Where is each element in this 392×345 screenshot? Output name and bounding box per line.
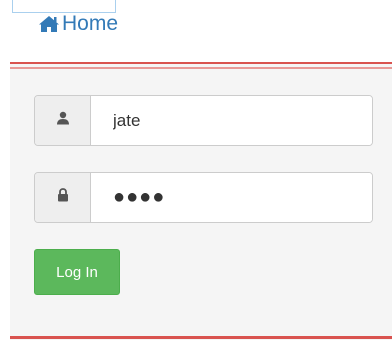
- header-divider: [10, 62, 392, 64]
- login-button[interactable]: Log In: [34, 249, 120, 295]
- login-page: Home Log In: [0, 0, 392, 345]
- footer-divider: [10, 336, 392, 339]
- password-field[interactable]: [91, 173, 372, 222]
- username-field[interactable]: [91, 96, 372, 145]
- left-gutter: [0, 0, 10, 345]
- home-icon: [38, 15, 60, 33]
- home-link[interactable]: Home: [38, 12, 118, 36]
- header-divider-secondary: [10, 67, 392, 69]
- username-addon: [35, 96, 91, 145]
- home-link-label: Home: [62, 12, 119, 35]
- username-input-group: [34, 95, 373, 146]
- lock-icon: [57, 188, 69, 207]
- password-addon: [35, 173, 91, 222]
- user-icon: [56, 111, 70, 130]
- password-input-group: [34, 172, 373, 223]
